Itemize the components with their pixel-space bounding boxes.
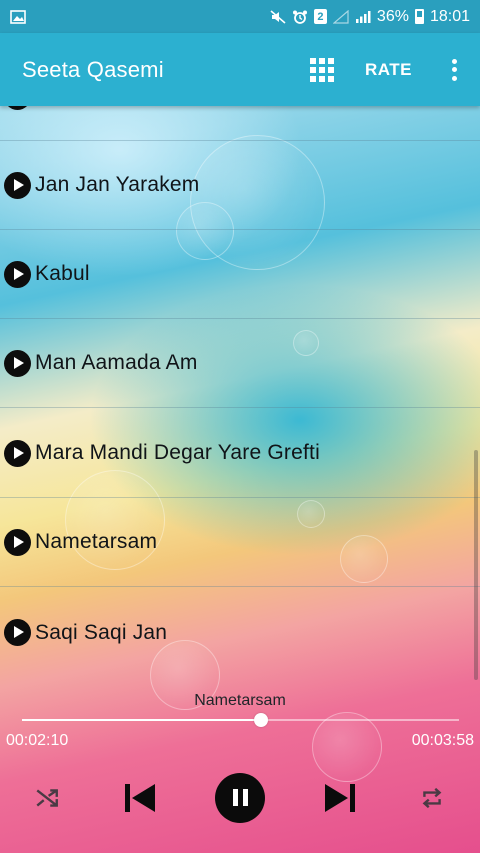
list-item[interactable]: Jan Jan Yarakem bbox=[0, 141, 480, 230]
player-controls bbox=[0, 770, 480, 825]
song-title: Jan Jan Yarakem bbox=[35, 173, 200, 196]
more-vert-icon[interactable] bbox=[442, 56, 466, 84]
play-icon[interactable] bbox=[4, 619, 31, 646]
pause-icon bbox=[215, 772, 265, 823]
play-icon[interactable] bbox=[4, 349, 31, 377]
shuffle-icon bbox=[36, 788, 58, 807]
list-item[interactable]: Mara Mandi Degar Yare Grefti bbox=[0, 409, 480, 498]
grid-icon[interactable] bbox=[309, 57, 335, 83]
list-item[interactable]: Nametarsam bbox=[0, 498, 480, 587]
play-icon[interactable] bbox=[4, 171, 31, 199]
signal-icon bbox=[355, 10, 371, 23]
seek-thumb[interactable] bbox=[253, 713, 268, 727]
list-item[interactable] bbox=[0, 106, 480, 141]
song-title: Nametarsam bbox=[35, 530, 158, 553]
list-item[interactable]: Saqi Saqi Jan bbox=[0, 588, 480, 676]
play-icon[interactable] bbox=[4, 528, 31, 556]
status-bar: 2 36% 18:01 bbox=[0, 0, 480, 33]
song-title: Mara Mandi Degar Yare Grefti bbox=[35, 441, 320, 464]
song-title: Saqi Saqi Jan bbox=[35, 620, 168, 644]
repeat-icon bbox=[422, 787, 442, 808]
sim-badge: 2 bbox=[313, 9, 327, 24]
elapsed-time: 00:02:10 bbox=[6, 732, 69, 749]
song-list[interactable]: Jan Jan Yarakem Kabul Man Aamada Am Mara… bbox=[0, 106, 480, 676]
battery-icon bbox=[414, 9, 424, 24]
list-item[interactable]: Man Aamada Am bbox=[0, 319, 480, 408]
battery-percent: 36% bbox=[376, 7, 409, 25]
no-signal-icon bbox=[332, 9, 349, 24]
song-title: Man Aamada Am bbox=[35, 351, 198, 374]
image-notification-icon bbox=[10, 9, 26, 24]
app-title: Seeta Qasemi bbox=[22, 56, 164, 82]
song-title: Kabul bbox=[35, 262, 90, 285]
app-bar: Seeta Qasemi RATE bbox=[0, 33, 480, 106]
clock-time: 18:01 bbox=[429, 7, 470, 25]
play-icon[interactable] bbox=[4, 439, 31, 467]
previous-icon bbox=[125, 783, 155, 812]
now-playing-title: Nametarsam bbox=[194, 692, 286, 709]
play-icon[interactable] bbox=[4, 106, 31, 110]
next-button[interactable] bbox=[320, 770, 360, 825]
rate-button[interactable]: RATE bbox=[365, 60, 412, 80]
seek-bar[interactable] bbox=[22, 713, 459, 727]
total-time: 00:03:58 bbox=[411, 732, 474, 749]
shuffle-button[interactable] bbox=[30, 770, 64, 825]
list-item[interactable]: Kabul bbox=[0, 230, 480, 319]
repeat-button[interactable] bbox=[414, 770, 450, 825]
play-icon[interactable] bbox=[4, 260, 31, 288]
list-scrollbar[interactable] bbox=[474, 450, 478, 680]
alarm-icon bbox=[292, 10, 307, 24]
seek-progress bbox=[22, 719, 261, 721]
pause-button[interactable] bbox=[214, 770, 266, 825]
previous-button[interactable] bbox=[120, 770, 160, 825]
next-icon bbox=[325, 783, 355, 812]
mute-icon bbox=[270, 9, 286, 24]
